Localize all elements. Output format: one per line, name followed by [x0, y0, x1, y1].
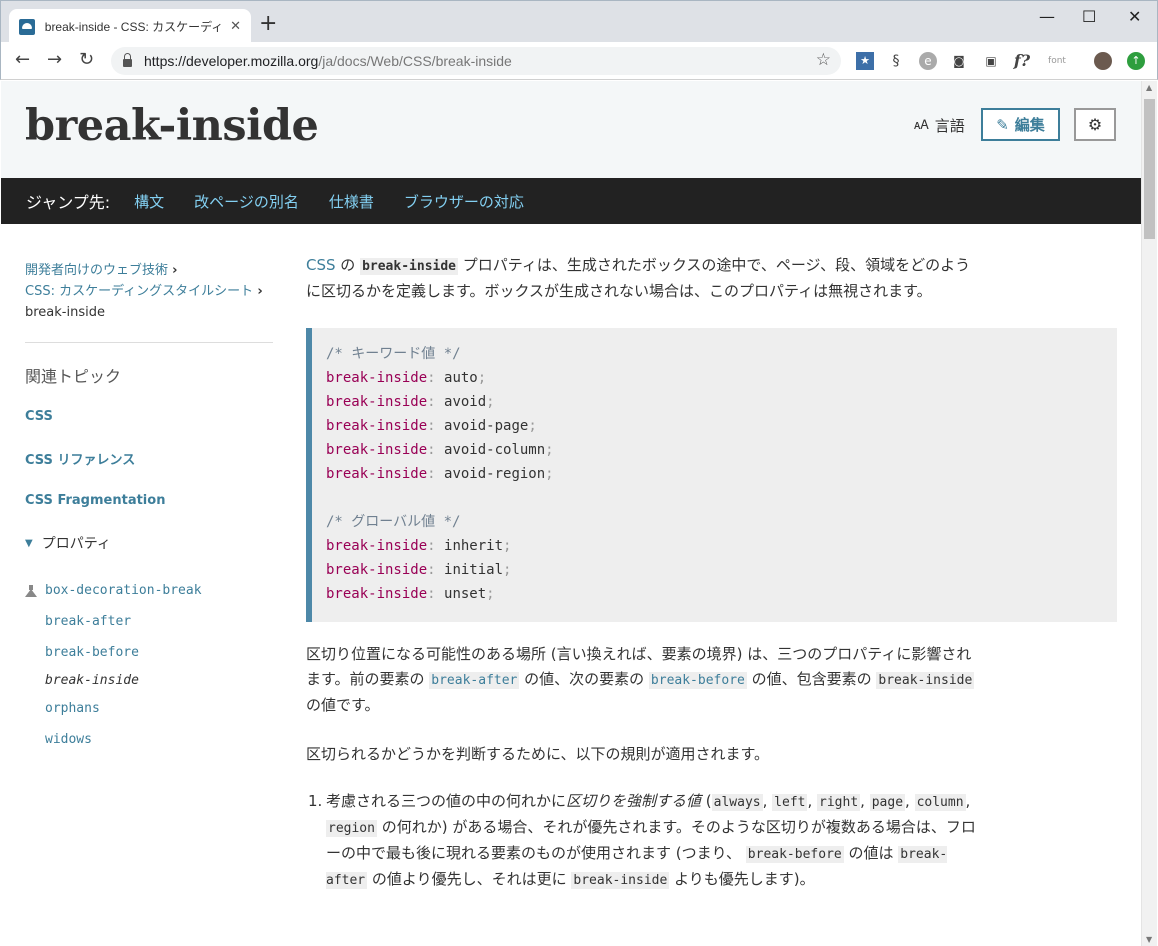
chevron-right-icon: ›: [172, 263, 178, 278]
intro-paragraph: CSS の break-inside プロパティは、生成されたボックスの途中で、…: [306, 256, 971, 300]
rules-list: 1. 考慮される三つの値の中の何れかに区切りを強制する値 (always, lef…: [308, 789, 978, 893]
new-tab-button[interactable]: +: [259, 13, 277, 35]
chevron-right-icon: ›: [257, 284, 263, 299]
code-line: break-inside: initial;: [326, 562, 512, 578]
tab-title: break-inside - CSS: カスケーディング: [44, 20, 223, 34]
language-button[interactable]: 🗚 言語: [914, 115, 965, 136]
pencil-icon: ✎: [996, 115, 1009, 134]
css-link[interactable]: CSS: [306, 256, 336, 274]
sidebar-prop-break-after[interactable]: break-after: [45, 606, 273, 637]
break-before-link[interactable]: break-before: [648, 672, 747, 689]
minimize-button[interactable]: —: [1039, 7, 1055, 26]
code-line: break-inside: unset;: [326, 586, 495, 602]
page-title: break-inside: [25, 101, 319, 151]
edit-label: 編集: [1014, 116, 1045, 134]
update-arrow-icon[interactable]: ↑: [1127, 52, 1145, 70]
back-arrow-icon[interactable]: ←: [15, 50, 30, 70]
page-viewport: break-inside 🗚 言語 ✎ 編集 ⚙ ジャンプ先: 構文 改ページの…: [1, 81, 1141, 946]
code-line: break-inside: avoid;: [326, 394, 495, 410]
font-extension-icon[interactable]: font: [1044, 52, 1070, 70]
experimental-flask-icon: [25, 584, 37, 597]
language-icon: 🗚: [914, 118, 929, 133]
forward-arrow-icon[interactable]: →: [47, 50, 62, 70]
rules-intro-paragraph: 区切られるかどうかを判断するために、以下の規則が適用されます。: [306, 745, 770, 763]
browser-tab-bar: break-inside - CSS: カスケーディング ✕ + — ☐ ✕: [0, 0, 1158, 44]
edit-button[interactable]: ✎ 編集: [981, 108, 1060, 141]
url-text: https://developer.mozilla.org/ja/docs/We…: [144, 53, 512, 69]
sidebar-divider: [25, 342, 273, 343]
code-comment: /* グローバル値 */: [326, 514, 461, 530]
mdn-favicon-icon: [19, 18, 35, 35]
sidebar-link-css-fragmentation[interactable]: CSS Fragmentation: [25, 493, 273, 508]
lock-icon: [123, 53, 132, 67]
extension-mask-icon[interactable]: ▣: [982, 52, 1000, 70]
address-bar[interactable]: https://developer.mozilla.org/ja/docs/We…: [111, 47, 841, 75]
profile-avatar[interactable]: [1094, 52, 1112, 70]
jump-link-syntax[interactable]: 構文: [134, 191, 164, 212]
article-content: CSS の break-inside プロパティは、生成されたボックスの途中で、…: [306, 253, 1118, 893]
language-label: 言語: [934, 117, 965, 135]
sidebar-link-css[interactable]: CSS: [25, 409, 273, 424]
bookmark-star-icon[interactable]: ☆: [816, 50, 831, 70]
breadcrumb-css[interactable]: CSS: カスケーディングスタイルシート: [25, 284, 253, 299]
code-comment: /* キーワード値 */: [326, 346, 461, 362]
scroll-down-arrow-icon[interactable]: ▼: [1146, 935, 1152, 944]
sidebar-prop-break-inside: break-inside: [45, 673, 139, 688]
article-header: break-inside 🗚 言語 ✎ 編集 ⚙: [1, 81, 1141, 178]
pocket-icon[interactable]: ◙: [950, 52, 968, 70]
code-line: break-inside: avoid-page;: [326, 418, 537, 434]
extension-s-icon[interactable]: §: [887, 52, 905, 70]
list-item: 1. 考慮される三つの値の中の何れかに区切りを強制する値 (always, lef…: [308, 792, 976, 889]
breadcrumb: 開発者向けのウェブ技術 › CSS: カスケーディングスタイルシート ›: [25, 260, 273, 302]
sidebar-prop-widows[interactable]: widows: [45, 724, 273, 755]
jump-link-specifications[interactable]: 仕様書: [329, 191, 374, 212]
font-ninja-icon[interactable]: f?: [1013, 52, 1031, 70]
page-scrollbar[interactable]: ▲ ▼: [1141, 81, 1157, 946]
code-line: break-inside: avoid-column;: [326, 442, 554, 458]
scroll-up-arrow-icon[interactable]: ▲: [1146, 83, 1152, 92]
inline-code: break-inside: [360, 258, 458, 275]
maximize-button[interactable]: ☐: [1082, 7, 1096, 26]
browser-tab[interactable]: break-inside - CSS: カスケーディング ✕: [9, 9, 251, 44]
sidebar-prop-break-before[interactable]: break-before: [45, 637, 273, 668]
scrollbar-thumb[interactable]: [1144, 99, 1155, 239]
inline-code: break-inside: [876, 672, 975, 689]
related-topics-title: 関連トピック: [25, 367, 122, 386]
extension-round-icon[interactable]: e: [919, 52, 937, 70]
sidebar: 開発者向けのウェブ技術 › CSS: カスケーディングスタイルシート › bre…: [25, 260, 273, 755]
code-line: break-inside: avoid-region;: [326, 466, 554, 482]
settings-button[interactable]: ⚙: [1074, 108, 1116, 141]
sidebar-link-css-reference[interactable]: CSS リファレンス: [25, 449, 273, 468]
reload-icon[interactable]: ↻: [79, 50, 94, 70]
sidebar-prop-box-decoration-break[interactable]: box-decoration-break: [25, 575, 273, 606]
code-line: break-inside: auto;: [326, 370, 487, 386]
syntax-code-block: /* キーワード値 */ break-inside: auto; break-i…: [306, 328, 1117, 622]
sidebar-group-properties[interactable]: ▼ プロパティ: [25, 533, 273, 553]
triangle-down-icon: ▼: [25, 537, 33, 549]
jump-label: ジャンプ先:: [26, 193, 111, 212]
tab-close-icon[interactable]: ✕: [230, 19, 241, 34]
group-label: プロパティ: [41, 536, 111, 552]
break-points-paragraph: 区切り位置になる可能性のある場所 (言い換えれば、要素の境界) は、三つのプロパ…: [306, 645, 975, 714]
jump-link-browser-compat[interactable]: ブラウザーの対応: [404, 191, 524, 212]
jump-link-page-break-aliases[interactable]: 改ページの別名: [194, 191, 299, 212]
jump-to-bar: ジャンプ先: 構文 改ページの別名 仕様書 ブラウザーの対応: [1, 178, 1141, 224]
code-line: break-inside: inherit;: [326, 538, 512, 554]
breadcrumb-web-tech[interactable]: 開発者向けのウェブ技術: [25, 263, 168, 278]
gear-icon: ⚙: [1087, 115, 1103, 134]
sidebar-prop-orphans[interactable]: orphans: [45, 693, 273, 724]
browser-toolbar: ← → ↻ https://developer.mozilla.org/ja/d…: [0, 42, 1158, 80]
break-after-link[interactable]: break-after: [429, 672, 520, 689]
bookmark-extension-icon[interactable]: ★: [856, 52, 874, 70]
close-window-button[interactable]: ✕: [1128, 7, 1141, 26]
breadcrumb-current: break-inside: [25, 305, 105, 320]
